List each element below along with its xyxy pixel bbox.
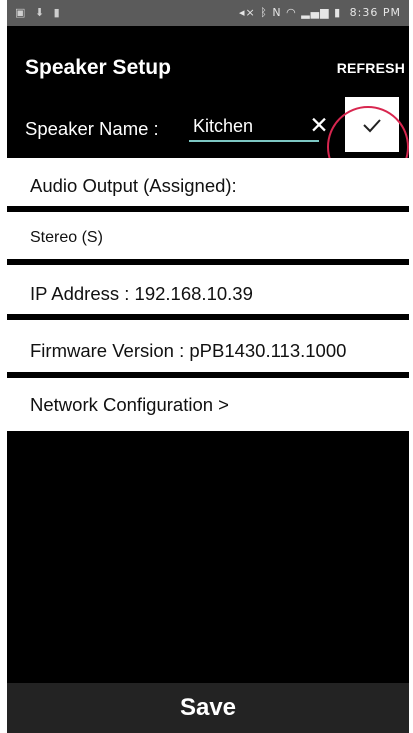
speaker-name-input[interactable] bbox=[189, 112, 319, 142]
settings-list: Audio Output (Assigned): Stereo (S) IP A… bbox=[7, 158, 409, 431]
image-icon: ▣ bbox=[15, 6, 29, 19]
wifi-icon: ◠ bbox=[286, 6, 297, 19]
status-notification-icons: ▣ ⬇ ▮ bbox=[15, 6, 63, 19]
status-time: 8:36 PM bbox=[349, 6, 401, 19]
firmware-version-text: Firmware Version : pPB1430.113.1000 bbox=[30, 340, 347, 361]
notification-icon: ▮ bbox=[53, 6, 63, 19]
page-title: Speaker Setup bbox=[25, 56, 171, 79]
save-button[interactable]: Save bbox=[7, 683, 409, 733]
refresh-button[interactable]: REFRESH bbox=[337, 60, 405, 76]
mute-icon: ◂× bbox=[239, 6, 256, 19]
audio-output-header-row: Audio Output (Assigned): bbox=[7, 158, 409, 212]
nfc-icon: N bbox=[272, 6, 282, 19]
speaker-name-label: Speaker Name : bbox=[25, 118, 159, 139]
network-configuration-row[interactable]: Network Configuration > bbox=[7, 378, 409, 431]
confirm-name-button[interactable] bbox=[345, 97, 399, 152]
battery-icon: ▮ bbox=[334, 6, 342, 19]
signal-icon: ▂▄▆ bbox=[301, 6, 330, 19]
close-icon: ✕ bbox=[309, 113, 329, 139]
audio-output-value-row[interactable]: Stereo (S) bbox=[7, 212, 409, 265]
audio-output-value: Stereo (S) bbox=[30, 229, 103, 246]
clear-name-button[interactable]: ✕ bbox=[306, 112, 332, 140]
app-bar: Speaker Setup REFRESH Speaker Name : ✕ bbox=[7, 26, 409, 158]
firmware-version-row: Firmware Version : pPB1430.113.1000 bbox=[7, 320, 409, 378]
network-configuration-label: Network Configuration > bbox=[30, 394, 229, 415]
status-system-icons: ◂× ᛒ N ◠ ▂▄▆ ▮ 8:36 PM bbox=[239, 6, 401, 19]
bluetooth-icon: ᛒ bbox=[260, 6, 268, 19]
phone-screen: ▣ ⬇ ▮ ◂× ᛒ N ◠ ▂▄▆ ▮ 8:36 PM Speaker Set… bbox=[7, 0, 409, 733]
ip-address-row: IP Address : 192.168.10.39 bbox=[7, 265, 409, 320]
download-icon: ⬇ bbox=[34, 6, 48, 19]
checkmark-icon bbox=[363, 118, 381, 132]
ip-address-text: IP Address : 192.168.10.39 bbox=[30, 283, 253, 304]
audio-output-label: Audio Output (Assigned): bbox=[30, 175, 237, 196]
status-bar: ▣ ⬇ ▮ ◂× ᛒ N ◠ ▂▄▆ ▮ 8:36 PM bbox=[7, 0, 409, 26]
